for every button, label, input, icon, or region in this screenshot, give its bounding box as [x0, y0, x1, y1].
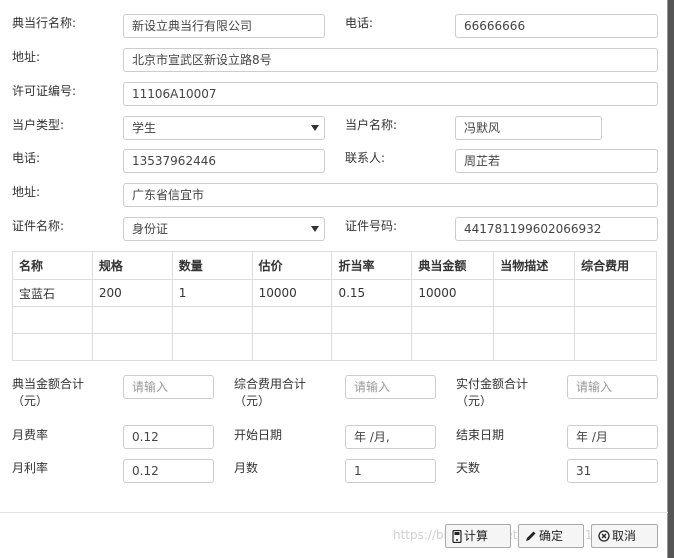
- table-cell[interactable]: [411, 333, 495, 361]
- column-header: 数量: [171, 251, 253, 280]
- actual-total-input[interactable]: 请输入: [567, 375, 658, 399]
- table-row[interactable]: [12, 333, 657, 361]
- calculate-button[interactable]: 计算: [445, 524, 511, 548]
- customer-address-field[interactable]: 广东省信宜市: [123, 183, 658, 207]
- customer-phone-field[interactable]: 13537962446: [123, 149, 325, 173]
- column-header: 当物描述: [493, 251, 576, 280]
- actual-total-label: 实付金额合计 （元）: [456, 376, 528, 410]
- id-number-label: 证件号码:: [345, 219, 398, 233]
- table-cell[interactable]: [251, 306, 333, 334]
- confirm-button-label: 确定: [539, 529, 564, 543]
- table-cell[interactable]: [12, 333, 93, 361]
- column-header: 综合费用: [574, 251, 657, 280]
- table-cell[interactable]: [411, 306, 495, 334]
- months-label: 月数: [234, 461, 259, 475]
- pawn-total-label: 典当金额合计 （元）: [12, 376, 84, 410]
- contact-label: 联系人:: [345, 151, 386, 165]
- fee-total-label: 综合费用合计 （元）: [234, 376, 306, 410]
- pawnshop-address-label: 地址:: [12, 50, 41, 64]
- contact-field[interactable]: 周芷若: [455, 149, 658, 173]
- table-cell[interactable]: 10000: [251, 279, 333, 307]
- start-date-label: 开始日期: [234, 428, 283, 442]
- customer-phone-label: 电话:: [12, 151, 41, 165]
- table-cell[interactable]: [574, 279, 657, 307]
- table-cell[interactable]: [171, 333, 253, 361]
- start-date-picker[interactable]: 年 /月,: [345, 425, 436, 449]
- monthly-rate-label: 月利率: [12, 461, 49, 475]
- id-type-value: 身份证: [132, 222, 169, 236]
- monthly-fee-field[interactable]: 0.12: [123, 425, 214, 449]
- table-cell[interactable]: [493, 279, 576, 307]
- cancel-button-label: 取消: [612, 529, 637, 543]
- days-field[interactable]: 31: [567, 459, 658, 483]
- license-no-field[interactable]: 11106A10007: [123, 82, 658, 106]
- table-cell[interactable]: [331, 306, 413, 334]
- customer-address-label: 地址:: [12, 185, 41, 199]
- table-cell[interactable]: [331, 333, 413, 361]
- pawn-total-label-line1: 典当金额合计: [12, 377, 85, 391]
- calculator-icon: [452, 529, 462, 543]
- customer-type-label: 当户类型:: [12, 118, 65, 132]
- license-no-label: 许可证编号:: [12, 84, 77, 98]
- monthly-rate-field[interactable]: 0.12: [123, 459, 214, 483]
- pawn-total-label-line2: （元）: [12, 394, 49, 408]
- cancel-button[interactable]: 取消: [591, 524, 658, 548]
- fee-total-input[interactable]: 请输入: [345, 375, 436, 399]
- footer-divider: [0, 512, 668, 513]
- table-cell[interactable]: [574, 333, 657, 361]
- table-cell[interactable]: 10000: [411, 279, 495, 307]
- table-cell[interactable]: [91, 306, 173, 334]
- pawn-ticket-dialog: 典当行名称: 新设立典当行有限公司 电话: 66666666 地址: 北京市宣武…: [0, 0, 668, 558]
- customer-type-value: 学生: [132, 121, 157, 135]
- end-date-label: 结束日期: [456, 428, 505, 442]
- fee-total-label-line1: 综合费用合计: [234, 377, 307, 391]
- table-cell[interactable]: [493, 333, 576, 361]
- pawnshop-name-field[interactable]: 新设立典当行有限公司: [123, 14, 325, 38]
- actual-total-label-line1: 实付金额合计: [456, 377, 529, 391]
- id-type-select[interactable]: 身份证: [123, 217, 325, 241]
- pawnshop-address-field[interactable]: 北京市宣武区新设立路8号: [123, 48, 658, 72]
- pawn-total-input[interactable]: 请输入: [123, 375, 214, 399]
- pencil-icon: [525, 530, 537, 542]
- column-header: 估价: [251, 251, 333, 280]
- pawnshop-phone-label: 电话:: [345, 16, 374, 30]
- table-cell[interactable]: [91, 333, 173, 361]
- table-cell[interactable]: [574, 306, 657, 334]
- days-label: 天数: [456, 461, 481, 475]
- confirm-button[interactable]: 确定: [518, 524, 584, 548]
- chevron-down-icon: [311, 226, 319, 232]
- table-cell[interactable]: 200: [91, 279, 173, 307]
- end-date-picker[interactable]: 年 /月: [567, 425, 658, 449]
- fee-total-label-line2: （元）: [234, 394, 271, 408]
- actual-total-label-line2: （元）: [456, 394, 493, 408]
- table-cell[interactable]: 0.15: [331, 279, 413, 307]
- table-row[interactable]: [12, 306, 657, 334]
- table-header-row: 名称 规格 数量 估价 折当率 典当金额 当物描述 综合费用: [12, 251, 657, 280]
- months-field[interactable]: 1: [345, 459, 436, 483]
- table-cell[interactable]: [12, 306, 93, 334]
- column-header: 折当率: [331, 251, 413, 280]
- column-header: 规格: [91, 251, 173, 280]
- table-cell[interactable]: 1: [171, 279, 253, 307]
- customer-name-field[interactable]: 冯默风: [455, 116, 602, 140]
- column-header: 名称: [12, 251, 93, 280]
- table-cell[interactable]: [251, 333, 333, 361]
- table-cell[interactable]: 宝蓝石: [12, 279, 93, 307]
- items-table: 名称 规格 数量 估价 折当率 典当金额 当物描述 综合费用 宝蓝石 200 1…: [12, 251, 657, 361]
- column-header: 典当金额: [411, 251, 495, 280]
- table-cell[interactable]: [493, 306, 576, 334]
- table-row[interactable]: 宝蓝石 200 1 10000 0.15 10000: [12, 279, 657, 307]
- chevron-down-icon: [311, 125, 319, 131]
- id-type-label: 证件名称:: [12, 219, 65, 233]
- calculate-button-label: 计算: [464, 529, 489, 543]
- customer-name-label: 当户名称:: [345, 118, 398, 132]
- pawnshop-name-label: 典当行名称:: [12, 16, 77, 30]
- table-cell[interactable]: [171, 306, 253, 334]
- close-circle-icon: [598, 530, 610, 542]
- id-number-field[interactable]: 441781199602066932: [455, 217, 658, 241]
- customer-type-select[interactable]: 学生: [123, 116, 325, 140]
- monthly-fee-label: 月费率: [12, 428, 49, 442]
- pawnshop-phone-field[interactable]: 66666666: [455, 14, 658, 38]
